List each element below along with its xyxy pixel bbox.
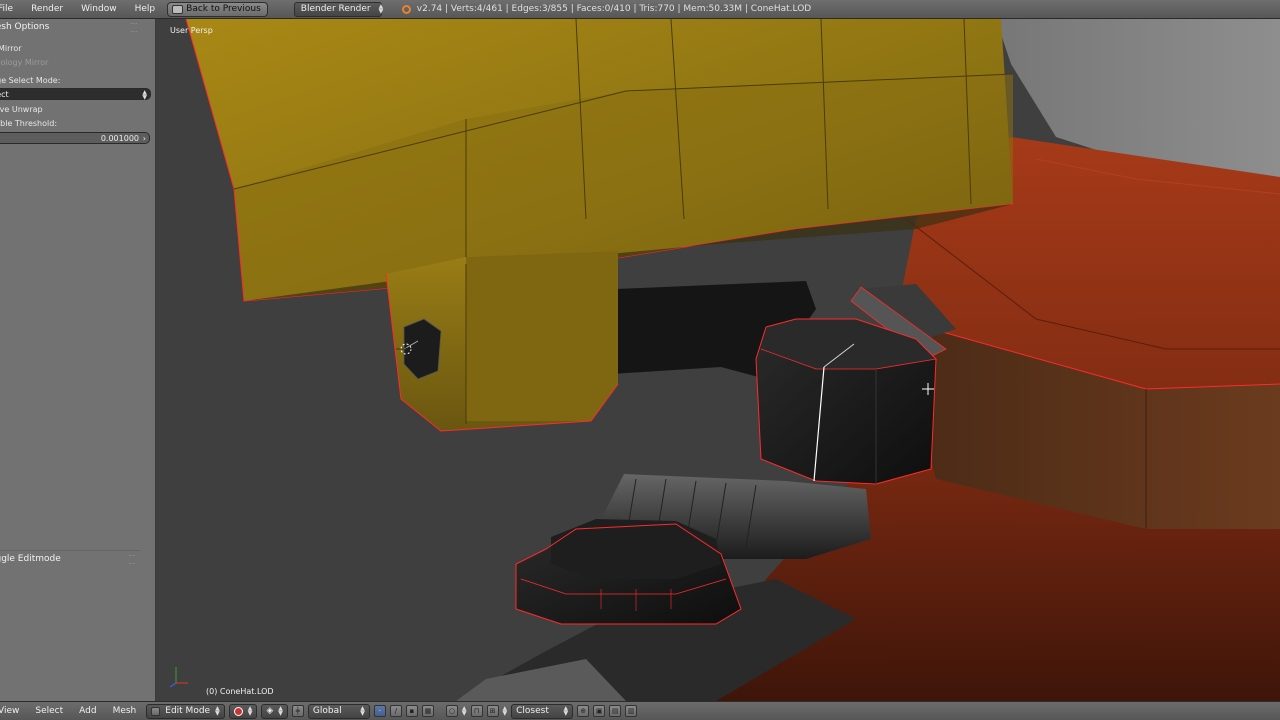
limit-selection-icon[interactable]: ▦ [421,705,434,717]
snap-target-dropdown[interactable]: Closest ▲ ▼ [511,703,574,719]
transform-orientation-dropdown[interactable]: Global ▲ ▼ [307,703,370,719]
updown-arrows-icon: ▲ ▼ [247,705,253,717]
edge-select-mode-icon[interactable]: / [389,705,402,717]
double-threshold-field[interactable]: 0.001000 › [0,132,150,144]
x-mirror-label: X Mirror [0,44,22,53]
toggle-editmode-header[interactable]: Toggle Editmode [0,550,141,566]
view-perspective-label: User Persp [170,26,213,35]
mesh-options-title: Mesh Options [0,22,50,32]
back-to-previous-button[interactable]: Back to Previous [167,1,268,17]
render-engine-label: Blender Render [300,3,371,14]
double-threshold-value: 0.001000 [100,134,139,143]
viewport-shading-dropdown[interactable]: ▲ ▼ [228,703,258,719]
snap-toggle-icon[interactable]: ⊓ [470,705,483,717]
menu-select[interactable]: Select [29,702,69,720]
topology-mirror-checkbox[interactable]: Topology Mirror [0,57,48,69]
snap-element-icon[interactable]: ⊞ [486,705,499,717]
edge-select-mode-dropdown[interactable]: Select ▲▼ [0,88,151,101]
snap-align-icon[interactable]: ⊕ [577,705,590,717]
screen-back-icon [172,4,184,14]
scene-statistics: v2.74 | Verts:4/461 | Edges:3/855 | Face… [416,4,812,14]
edge-select-mode-label: Edge Select Mode: [0,76,61,85]
interaction-mode-label: Edit Mode [165,705,211,716]
menu-file[interactable]: File [0,0,19,18]
updown-arrows-icon: ▲ ▼ [360,705,365,717]
transform-orientation-label: Global [312,705,342,716]
solid-shading-icon [233,706,243,716]
live-unwrap-label: Live Unwrap [0,105,43,114]
menu-window[interactable]: Window [75,0,123,18]
info-header: File Render Window Help Back to Previous… [0,0,1280,19]
menu-help[interactable]: Help [129,0,162,18]
x-mirror-checkbox[interactable]: X Mirror [0,43,22,55]
edit-mode-icon [151,706,161,716]
increment-arrow-icon[interactable]: › [143,133,146,145]
snap-target-label: Closest [516,705,549,716]
panel-grip-icon[interactable] [131,23,137,32]
render-animation-icon[interactable]: ▤ [609,705,622,717]
vertex-select-mode-icon[interactable]: · [373,705,386,717]
mesh-options-header[interactable]: Mesh Options [0,19,143,35]
updown-arrows-icon: ▲ ▼ [563,705,569,717]
menu-mesh[interactable]: Mesh [107,702,143,720]
double-threshold-label: Double Threshold: [0,119,58,128]
manipulator-toggle-icon[interactable]: ╪ [291,705,304,717]
pivot-point-dropdown[interactable]: ◈ ▲ ▼ [261,703,288,719]
axis-gizmo-icon [169,667,188,688]
updown-arrows-icon: ▲ ▼ [502,705,508,717]
menu-add[interactable]: Add [73,702,102,720]
3d-view-header: View Select Add Mesh Edit Mode ▲ ▼ ▲ ▼ ◈ ▲… [0,701,1280,720]
face-select-mode-icon[interactable]: ▪ [405,705,418,717]
topology-mirror-label: Topology Mirror [0,58,49,67]
updown-arrows-icon: ▲ ▼ [461,705,467,717]
render-still-icon[interactable]: ▣ [593,705,606,717]
opengl-render-icon[interactable]: ▥ [625,705,638,717]
panel-grip-icon[interactable] [129,555,135,564]
edge-select-mode-value: Select [0,90,9,99]
viewport-scene [169,19,1280,701]
proportional-edit-icon[interactable]: ○ [445,705,458,717]
active-object-label: (0) ConeHat.LOD [206,687,274,696]
toggle-editmode-title: Toggle Editmode [0,554,61,564]
render-engine-dropdown[interactable]: Blender Render ▲ ▼ [293,1,384,17]
pivot-point-icon: ◈ [266,705,274,716]
menu-render[interactable]: Render [25,0,69,18]
blender-logo-icon [401,4,411,14]
updown-arrows-icon: ▲ ▼ [378,3,384,15]
updown-arrows-icon: ▲ ▼ [278,705,283,717]
interaction-mode-dropdown[interactable]: Edit Mode ▲ ▼ [146,703,225,719]
3d-viewport[interactable]: User Persp (0) ConeHat.LOD [156,19,1280,701]
updown-arrows-icon: ▲ ▼ [215,705,220,717]
live-unwrap-checkbox[interactable]: Live Unwrap [0,104,43,116]
menu-view[interactable]: View [0,702,25,720]
back-to-previous-label: Back to Previous [186,3,261,14]
tool-shelf-panel: Mesh Options X Mirror Topology Mirror Ed… [0,19,156,701]
updown-arrows-icon: ▲ ▼ [142,89,147,101]
